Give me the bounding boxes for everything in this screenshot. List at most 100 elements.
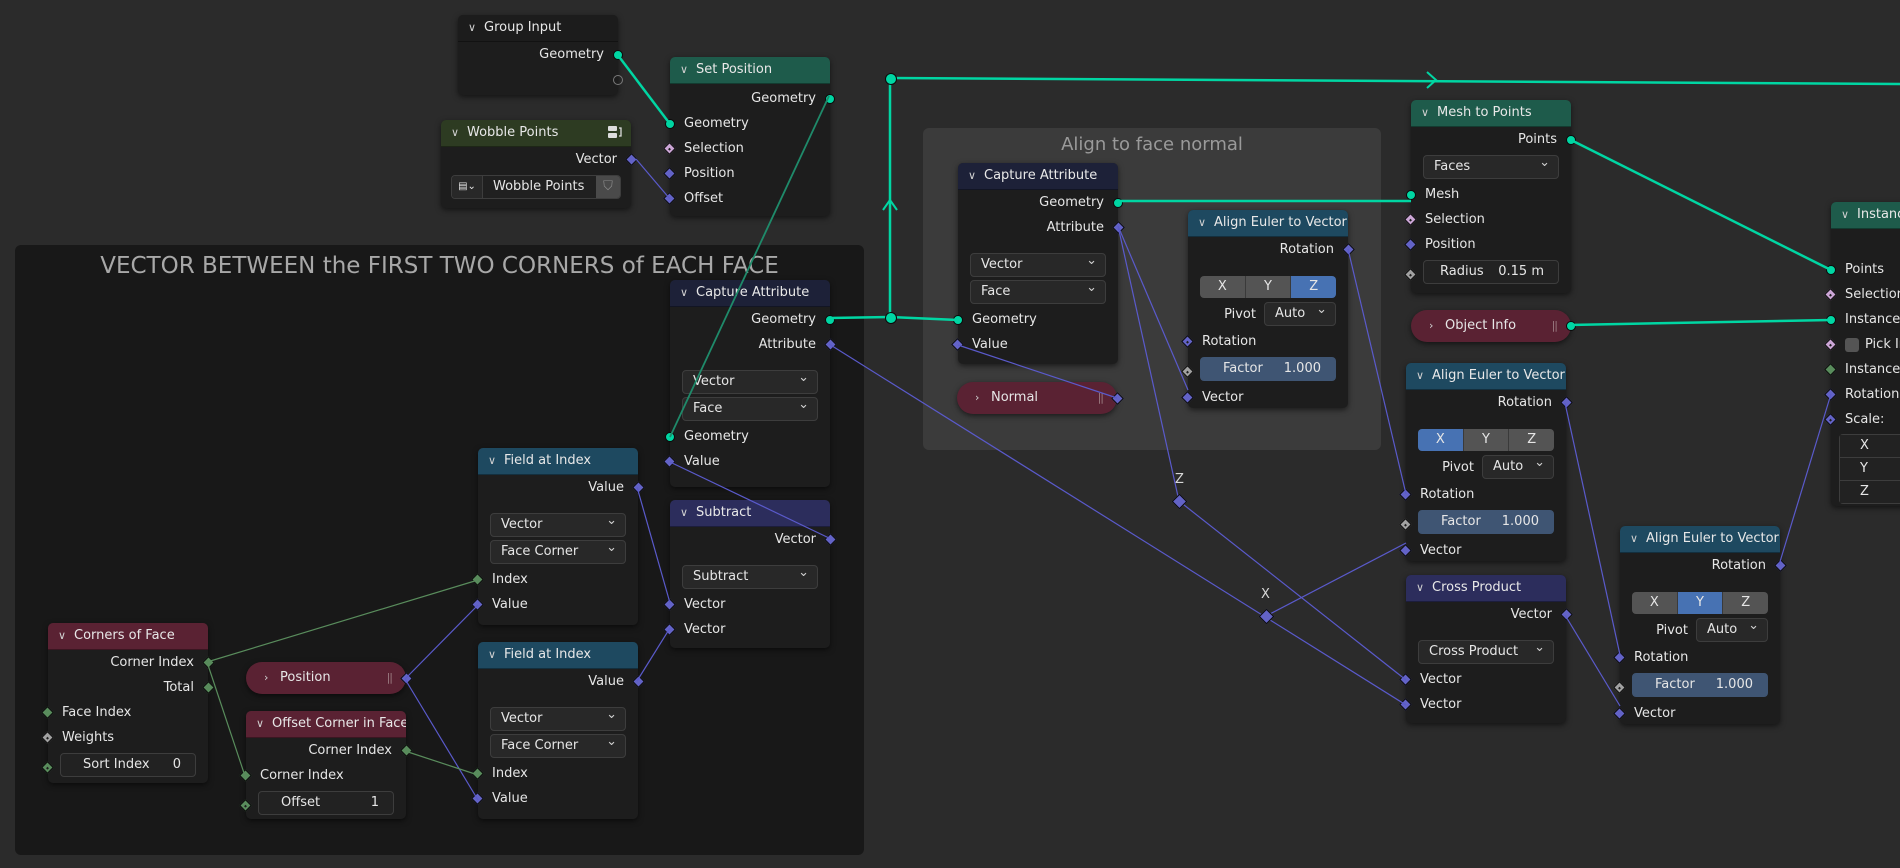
scale-z-field[interactable]: Z	[1840, 481, 1900, 503]
node-instance-on-points[interactable]: ∨ Instanc Points Selection Instance Pick …	[1824, 202, 1900, 506]
axis-x-button[interactable]: X	[1200, 276, 1246, 298]
chevron-down-icon[interactable]: ∨	[1416, 575, 1428, 601]
node-group-selector[interactable]: ▤⌄ Wobble Points ⛉	[451, 175, 621, 199]
vector-socket[interactable]	[1560, 608, 1573, 621]
reroute-x[interactable]	[1258, 608, 1275, 625]
offset-field[interactable]: Offset 1	[258, 791, 394, 815]
geometry-socket[interactable]	[665, 118, 675, 129]
node-wobble-points[interactable]: ∨ Wobble Points Vector ▤⌄ Wobble Points ⛉	[441, 120, 638, 208]
radius-field[interactable]: Radius 0.15 m	[1423, 260, 1559, 284]
node-header[interactable]: ∨ Subtract	[670, 500, 830, 527]
node-mesh-to-points[interactable]: ∨Mesh to Points Points Faces Mesh Select…	[1404, 100, 1576, 293]
axis-y-button[interactable]: Y	[1677, 592, 1724, 614]
reroute-geometry[interactable]	[885, 73, 897, 85]
sort-index-field[interactable]: Sort Index 0	[60, 753, 196, 777]
node-align-euler-to-vector[interactable]: ∨ Align Euler to Vector Rotation X Y Z Pi…	[1399, 363, 1573, 561]
scale-y-field[interactable]: Y	[1840, 458, 1900, 481]
domain-dropdown[interactable]: Face	[970, 277, 1106, 304]
domain-dropdown[interactable]: Face	[682, 394, 818, 421]
domain-dropdown[interactable]: Face Corner	[490, 731, 626, 758]
chevron-down-icon[interactable]: ∨	[256, 711, 268, 737]
node-header[interactable]: ∨ Set Position	[670, 57, 830, 84]
data-type-dropdown[interactable]: Vector	[682, 367, 818, 394]
geometry-socket[interactable]	[1406, 189, 1416, 200]
node-header[interactable]: ∨ Wobble Points	[441, 120, 631, 147]
rotation-socket[interactable]	[1613, 651, 1626, 664]
geometry-socket[interactable]	[613, 49, 623, 60]
node-offset-corner-in-face[interactable]: ∨ Offset Corner in Face Corner Index Corn…	[239, 711, 413, 819]
node-header[interactable]: ∨ Align Euler to Vector	[1620, 526, 1780, 553]
node-header[interactable]: ∨ Field at Index	[478, 448, 638, 475]
node-corners-of-face[interactable]: ∨ Corners of Face Corner Index Total Face…	[41, 623, 215, 783]
vector-socket[interactable]	[1404, 238, 1417, 251]
mode-dropdown[interactable]: Faces	[1423, 152, 1559, 179]
boolean-socket[interactable]	[1824, 288, 1837, 301]
shield-icon[interactable]: ⛉	[596, 176, 620, 198]
node-object-info-collapsed[interactable]: › Object Info ||	[1411, 310, 1576, 342]
node-capture-attribute[interactable]: ∨ Capture Attribute Geometry Attribute Ve…	[951, 163, 1125, 364]
chevron-down-icon[interactable]: ∨	[488, 448, 500, 474]
boolean-socket[interactable]	[663, 142, 676, 155]
node-align-euler-to-vector[interactable]: ∨ Align Euler to Vector Rotation X Y Z Pi…	[1613, 526, 1787, 724]
pivot-dropdown[interactable]: Auto	[1482, 452, 1554, 479]
chevron-down-icon[interactable]: ∨	[680, 500, 692, 526]
boolean-socket[interactable]	[1404, 213, 1417, 226]
node-header[interactable]: ∨ Field at Index	[478, 642, 638, 669]
chevron-down-icon[interactable]: ∨	[468, 15, 480, 41]
scale-x-field[interactable]: X	[1840, 435, 1900, 458]
chevron-down-icon[interactable]: ∨	[1198, 210, 1210, 236]
node-header[interactable]: ∨ Offset Corner in Face	[246, 711, 406, 738]
boolean-socket[interactable]	[1824, 338, 1837, 351]
data-type-dropdown[interactable]: Vector	[490, 704, 626, 731]
chevron-down-icon[interactable]: ∨	[1841, 202, 1853, 228]
vector-socket[interactable]	[1399, 673, 1412, 686]
node-field-at-index[interactable]: ∨Field at Index Value Vector Face Corner…	[471, 642, 645, 819]
node-header[interactable]: ∨ Capture Attribute	[670, 280, 830, 307]
node-cross-product[interactable]: ∨Cross Product Vector Cross Product Vect…	[1399, 575, 1573, 723]
axis-z-button[interactable]: Z	[1509, 429, 1554, 451]
geometry-socket[interactable]	[665, 431, 675, 442]
float-socket[interactable]	[1404, 267, 1417, 281]
node-header[interactable]: ∨ Group Input	[458, 15, 618, 42]
chevron-down-icon[interactable]: ∨	[1630, 526, 1642, 552]
chevron-right-icon[interactable]: ›	[264, 662, 276, 694]
reroute-geometry[interactable]	[885, 312, 897, 324]
data-type-dropdown[interactable]: Vector	[490, 510, 626, 537]
axis-y-button[interactable]: Y	[1463, 429, 1510, 451]
float-socket[interactable]	[1399, 517, 1412, 531]
axis-z-button[interactable]: Z	[1723, 592, 1768, 614]
axis-z-button[interactable]: Z	[1291, 276, 1336, 298]
axis-x-button[interactable]: X	[1418, 429, 1464, 451]
node-subtract[interactable]: ∨Subtract Vector Subtract Vector Vector	[663, 500, 837, 648]
factor-slider[interactable]: Factor 1.000	[1200, 357, 1336, 381]
vector-socket[interactable]	[1613, 707, 1626, 720]
chevron-down-icon[interactable]: ∨	[451, 120, 463, 146]
node-header[interactable]: ∨ Mesh to Points	[1411, 100, 1571, 127]
node-group-input[interactable]: ∨ Group Input Geometry	[458, 15, 623, 95]
integer-socket[interactable]	[1824, 363, 1837, 376]
chevron-right-icon[interactable]: ›	[1429, 310, 1441, 342]
geometry-socket[interactable]	[1566, 321, 1576, 331]
pivot-dropdown[interactable]: Auto	[1696, 615, 1768, 642]
pick-instance-checkbox[interactable]	[1845, 337, 1859, 352]
node-header[interactable]: ∨ Instanc	[1831, 202, 1900, 229]
geometry-socket[interactable]	[1113, 197, 1123, 208]
chevron-down-icon[interactable]: ∨	[1421, 100, 1433, 126]
node-capture-attribute[interactable]: ∨ Capture Attribute Geometry Attribute Ve…	[663, 280, 837, 487]
chevron-down-icon[interactable]: ∨	[58, 623, 70, 649]
vector-socket[interactable]	[1399, 544, 1412, 557]
operation-dropdown[interactable]: Cross Product	[1418, 637, 1554, 664]
vector-socket[interactable]	[1824, 413, 1837, 426]
node-position-collapsed[interactable]: › Position ||	[246, 662, 413, 694]
node-header[interactable]: ∨ Cross Product	[1406, 575, 1566, 602]
node-set-position[interactable]: ∨ Set Position Geometry Geometry Selectio…	[663, 57, 835, 216]
geometry-socket[interactable]	[1566, 134, 1576, 145]
chevron-down-icon[interactable]: ∨	[680, 280, 692, 306]
node-header[interactable]: ∨ Capture Attribute	[958, 163, 1118, 190]
factor-slider[interactable]: Factor 1.000	[1632, 673, 1768, 697]
geometry-socket[interactable]	[953, 314, 963, 325]
node-header[interactable]: ∨ Corners of Face	[48, 623, 208, 650]
node-normal-collapsed[interactable]: › Normal ||	[957, 382, 1124, 414]
axis-x-button[interactable]: X	[1632, 592, 1678, 614]
geometry-socket[interactable]	[825, 93, 835, 104]
